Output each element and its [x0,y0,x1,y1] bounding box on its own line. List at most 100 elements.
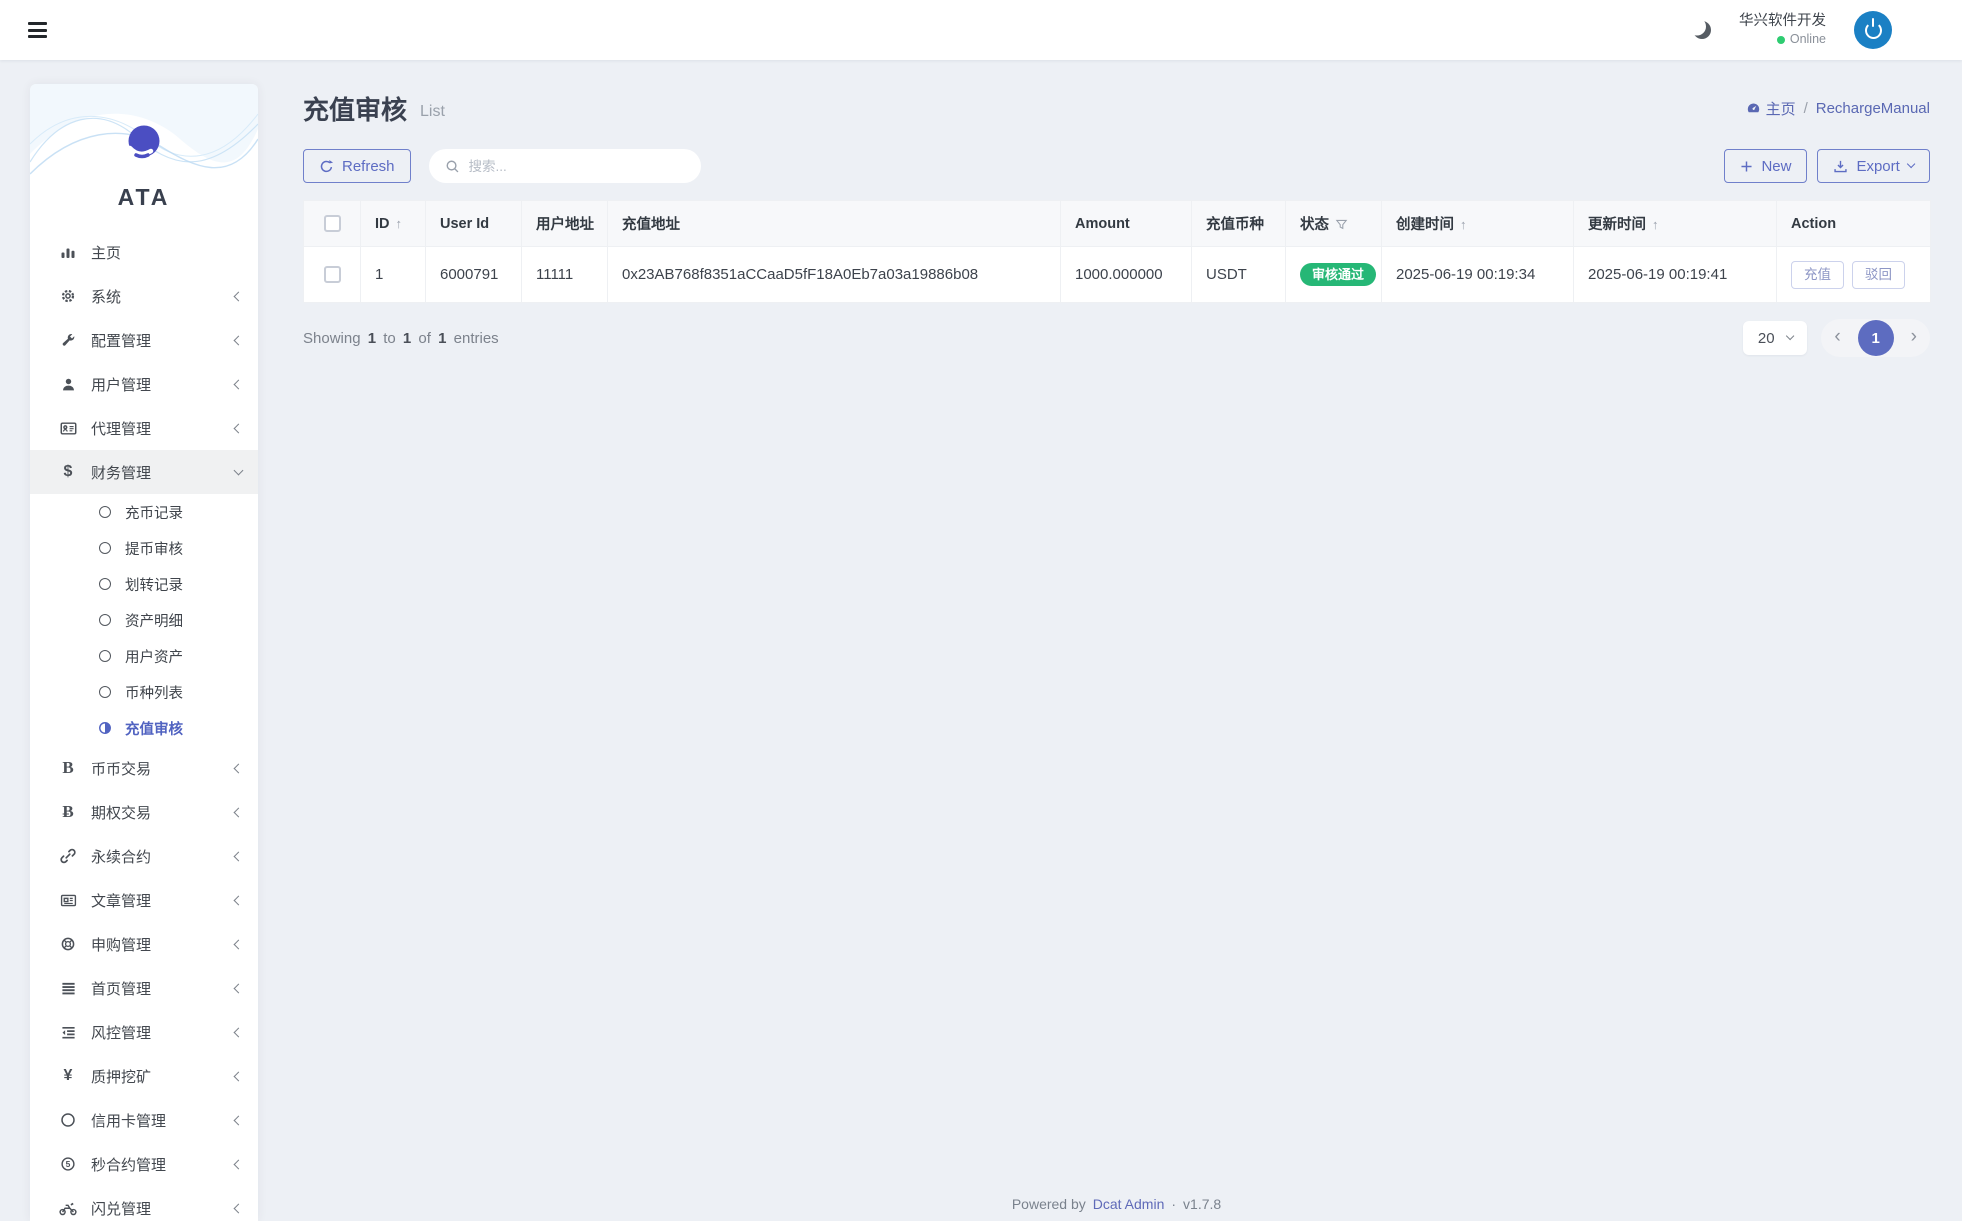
sidebar-item-label: 期权交易 [91,802,235,823]
sidebar-item-label: 永续合约 [91,846,235,867]
sidebar-subitem-label: 币种列表 [125,682,183,703]
sidebar-item[interactable]: 申购管理 [30,922,258,966]
row-checkbox-cell [304,247,361,303]
reject-action-button[interactable]: 驳回 [1852,261,1905,289]
sidebar-item[interactable]: 用户管理 [30,362,258,406]
main-content: 充值审核 List 主页 / RechargeManual Refresh [303,84,1930,357]
sidebar-subitem[interactable]: 用户资产 [30,638,258,674]
app-logo[interactable] [121,122,167,169]
sidebar-item-label: 文章管理 [91,890,235,911]
sidebar-item-label: 系统 [91,286,235,307]
recharge-action-button[interactable]: 充值 [1791,261,1844,289]
next-page-icon[interactable]: › [1911,327,1917,349]
sidebar-item[interactable]: 系统 [30,274,258,318]
status-badge: 审核通过 [1300,263,1376,286]
adjust-icon [97,721,113,735]
sidebar-item[interactable]: ¥质押挖矿 [30,1054,258,1098]
sidebar-item[interactable]: 配置管理 [30,318,258,362]
search-box [429,149,701,183]
bitcoin-icon: Ƀ [58,802,78,822]
export-button[interactable]: Export [1817,149,1930,183]
plus-icon [1740,160,1753,173]
breadcrumb-current-link[interactable]: RechargeManual [1816,100,1930,117]
dark-mode-icon[interactable] [1693,21,1711,39]
column-label: 更新时间 [1588,217,1646,233]
page-footer: Powered by Dcat Admin · v1.7.8 [303,1196,1930,1212]
cell-user-address: 11111 [522,247,608,303]
newspaper-icon [58,892,78,909]
sidebar-subitem[interactable]: 充值审核 [30,710,258,746]
motorcycle-icon [58,1199,78,1217]
chevron-left-icon [234,1027,244,1037]
data-table: ID↑User Id用户地址充值地址Amount充值币种状态创建时间↑更新时间↑… [303,200,1930,303]
sidebar-subitem[interactable]: 提币审核 [30,530,258,566]
sidebar-item[interactable]: Ƀ 期权交易 [30,790,258,834]
sidebar-item-label: 申购管理 [91,934,235,955]
sidebar-item-label: 信用卡管理 [91,1110,235,1131]
sidebar-item[interactable]: 永续合约 [30,834,258,878]
chart-bar-icon [58,244,78,260]
app-name: ATA [30,184,258,211]
five-icon: 5 [58,1156,78,1172]
pagination: ‹ 1 › [1821,319,1930,357]
chevron-left-icon [234,983,244,993]
sidebar-item-label: 配置管理 [91,330,235,351]
cell-created-at: 2025-06-19 00:19:34 [1382,247,1574,303]
select-all-checkbox[interactable] [324,215,341,232]
sidebar-subitem[interactable]: 资产明细 [30,602,258,638]
new-button[interactable]: New [1724,149,1807,183]
search-icon [445,159,460,174]
chevron-left-icon [234,1203,244,1213]
sidebar-subitem-label: 充值审核 [125,718,183,739]
breadcrumb: 主页 / RechargeManual [1746,98,1930,119]
search-input[interactable] [469,159,685,174]
menu-toggle-icon[interactable] [24,16,51,44]
sidebar-item[interactable]: 代理管理 [30,406,258,450]
chevron-down-icon [1785,332,1794,341]
user-info[interactable]: 华兴软件开发 Online [1739,12,1826,48]
sidebar-item[interactable]: 首页管理 [30,966,258,1010]
entries-summary: Showing 1 to 1 of 1 entries [303,330,499,347]
chevron-left-icon [234,895,244,905]
yen-icon: ¥ [58,1067,78,1085]
sidebar-item[interactable]: 风控管理 [30,1010,258,1054]
cell-id: 1 [361,247,426,303]
chevron-left-icon [234,291,244,301]
sidebar-item[interactable]: 文章管理 [30,878,258,922]
filter-icon[interactable] [1329,217,1348,233]
sidebar-item[interactable]: B币币交易 [30,746,258,790]
letter-b-icon: B [58,758,78,778]
breadcrumb-separator: / [1804,100,1808,117]
column-label: 用户地址 [536,217,594,233]
sidebar-item-label: 风控管理 [91,1022,235,1043]
sidebar-item-label: 闪兑管理 [91,1198,235,1219]
sidebar-subitem[interactable]: 充币记录 [30,494,258,530]
user-avatar[interactable] [1854,11,1892,49]
sort-arrow-icon[interactable]: ↑ [396,216,403,231]
cell-user-id: 6000791 [426,247,522,303]
sidebar-item[interactable]: 信用卡管理 [30,1098,258,1142]
sidebar-subitem[interactable]: 币种列表 [30,674,258,710]
life-ring-icon [58,936,78,952]
circle-o-icon [58,1112,78,1128]
sidebar-item[interactable]: 5秒合约管理 [30,1142,258,1186]
refresh-button[interactable]: Refresh [303,149,411,183]
sort-arrow-icon[interactable]: ↑ [1460,217,1467,232]
page-number[interactable]: 1 [1858,320,1894,356]
cell-updated-at: 2025-06-19 00:19:41 [1574,247,1777,303]
dcat-admin-link[interactable]: Dcat Admin [1093,1196,1165,1212]
sidebar-subitem[interactable]: 划转记录 [30,566,258,602]
sidebar-item[interactable]: 闪兑管理 [30,1186,258,1221]
page-size-select[interactable]: 20 [1743,321,1807,355]
align-justify-icon [58,981,78,996]
version-label: v1.7.8 [1183,1196,1221,1212]
prev-page-icon[interactable]: ‹ [1834,327,1840,349]
chevron-left-icon [234,851,244,861]
breadcrumb-home-link[interactable]: 主页 [1746,98,1796,119]
sort-arrow-icon[interactable]: ↑ [1652,217,1659,232]
row-checkbox[interactable] [324,266,341,283]
sidebar-item[interactable]: $财务管理 [30,450,258,494]
outdent-icon [58,1025,78,1040]
sidebar-item[interactable]: 主页 [30,230,258,274]
page-subtitle: List [420,97,445,121]
